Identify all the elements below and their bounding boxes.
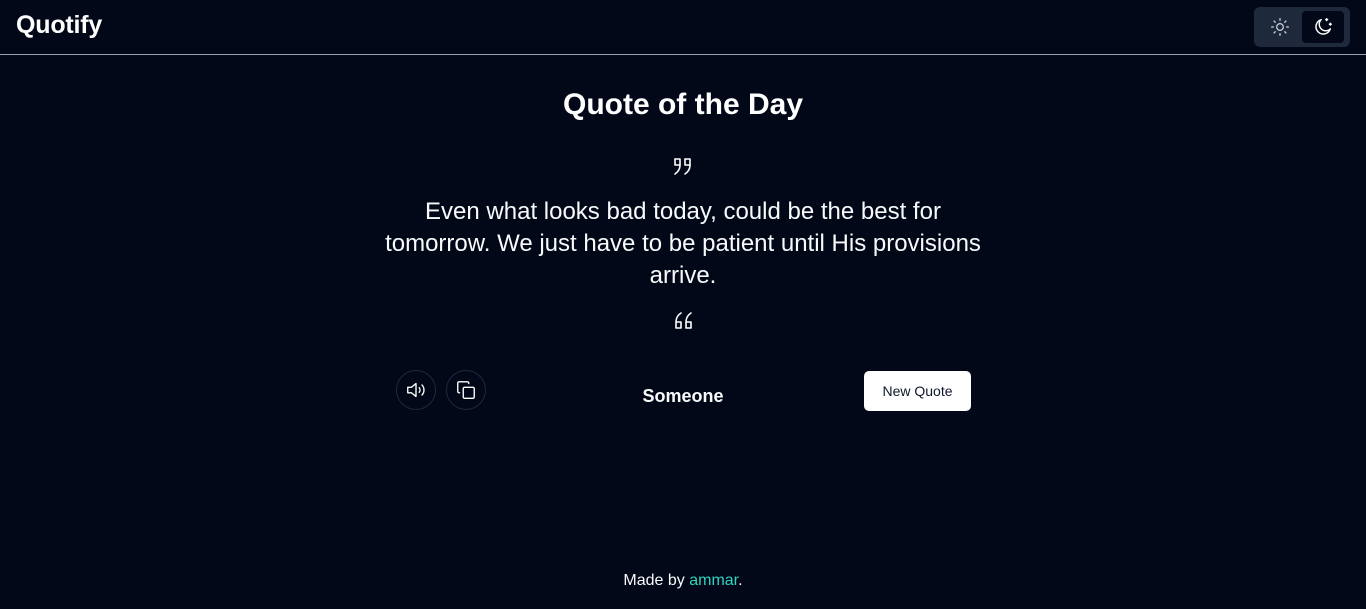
footer-suffix: . [738,572,743,589]
page-title: Quote of the Day [562,88,803,121]
quote-open-icon [675,312,692,329]
footer: Made by ammar. [0,572,1366,590]
dark-theme-button[interactable] [1302,11,1344,43]
brand-logo[interactable]: Quotify [16,11,102,40]
quote-close-icon [674,158,691,175]
speak-button[interactable] [396,370,436,410]
top-navbar: Quotify [0,0,1366,55]
copy-icon [457,381,475,399]
new-quote-button[interactable]: New Quote [864,371,971,411]
footer-prefix: Made by [623,572,690,589]
light-theme-button[interactable] [1259,11,1301,43]
sun-icon [1271,18,1289,36]
moon-stars-icon [1315,18,1332,35]
speaker-icon [407,382,425,398]
copy-button[interactable] [446,370,486,410]
theme-toggle [1254,7,1350,47]
quote-author: Someone [642,386,724,406]
quote-text: Even what looks bad today, could be the … [385,198,981,289]
author-link[interactable]: ammar [689,572,738,589]
